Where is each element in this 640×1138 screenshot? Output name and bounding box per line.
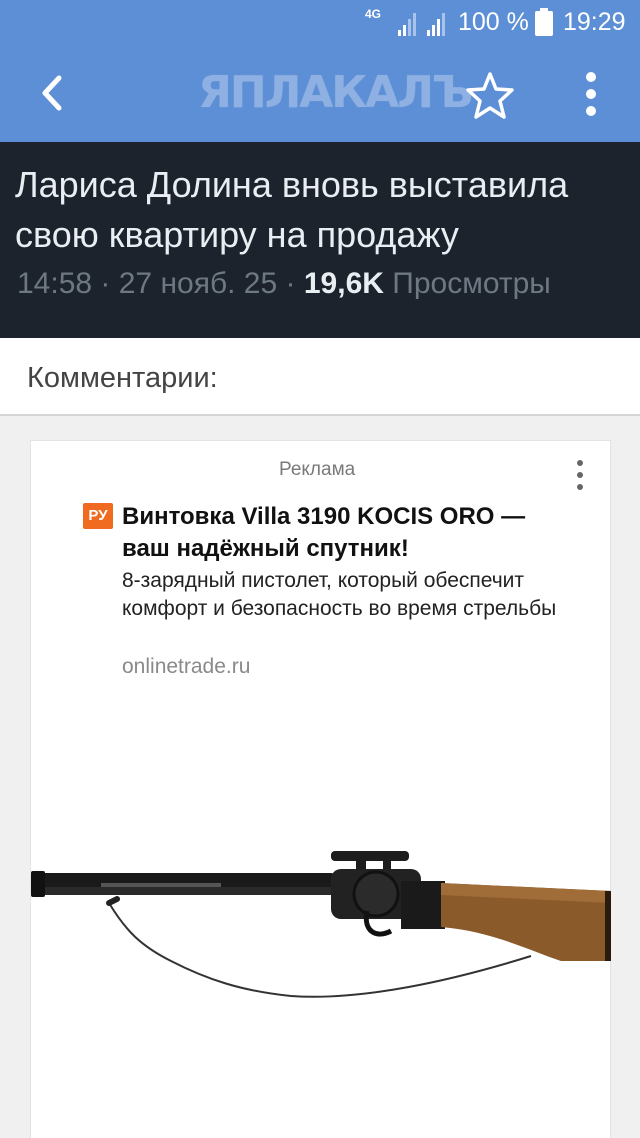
back-arrow-icon[interactable] [28,68,78,118]
moon-icon [28,9,42,37]
signal-icon-2 [427,13,445,36]
article-title: Лариса Долина вновь выставила свою кварт… [15,164,569,255]
rifle-product-image[interactable] [31,851,612,1051]
ad-domain[interactable]: onlinetrade.ru [122,653,250,681]
ad-headline[interactable]: Винтовка Villa 3190 KOCIS ORO — ваш надё… [122,501,562,565]
network-type: 4G [365,7,382,21]
battery-icon [535,8,553,36]
more-vertical-icon[interactable] [566,66,616,122]
ad-description: 8-зарядный пистолет, который обеспечит к… [122,569,557,620]
comments-title: Комментарии: [27,362,218,394]
app-logo[interactable]: ЯПЛАКАЛЪ [198,68,473,118]
article-time: 14:58 [17,267,93,300]
ad-card[interactable]: Реклама РУ Винтовка Villa 3190 KOCIS ORO… [30,440,611,1138]
battery-percent: 100 % [458,8,529,36]
status-bar: 4G 100 % 19:29 [0,0,640,46]
article-date: 27 нояб. 25 [118,267,278,300]
ad-menu-icon[interactable] [569,457,591,497]
article-views: 19,6K [303,267,384,300]
article-views-label: Просмотры [392,267,551,300]
ad-source-badge: РУ [83,503,113,529]
comments-section-header: Комментарии: [0,338,640,416]
star-icon[interactable] [462,68,518,124]
ad-label: Реклама [279,459,356,480]
article-meta: 14:58 · 27 нояб. 25 · 19,6K Просмотры [17,267,551,300]
signal-icon [398,13,416,36]
clock: 19:29 [563,8,626,36]
app-bar: ЯПЛАКАЛЪ [0,46,640,142]
article-header: Лариса Долина вновь выставила свою кварт… [0,142,640,338]
